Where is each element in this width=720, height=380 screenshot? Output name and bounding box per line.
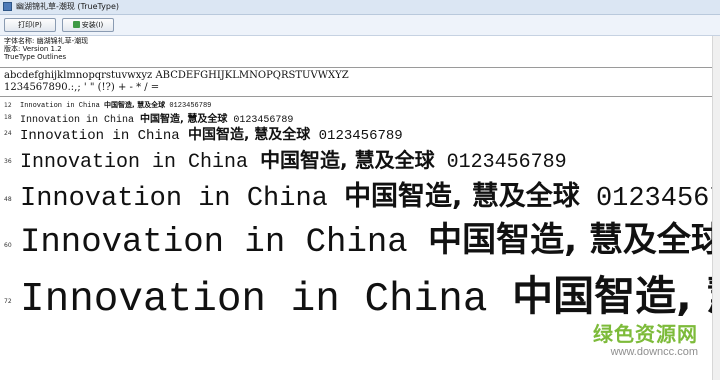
sample-text: Innovation in China 中国智造, 慧及全球 012345678… bbox=[20, 144, 567, 174]
print-button-label: 打印(P) bbox=[18, 21, 42, 29]
install-button-label: 安装(I) bbox=[81, 21, 104, 29]
sample-latin: Innovation in China bbox=[20, 151, 249, 174]
sample-text: Innovation in China 中国智造, 慧及全球 012345678… bbox=[20, 124, 403, 144]
charset-letters: abcdefghijklmnopqrstuvwxyz ABCDEFGHIJKLM… bbox=[4, 70, 349, 81]
font-info: 字体名称: 幽湖锦礼草-潮现 版本: Version 1.2 TrueType … bbox=[4, 37, 88, 61]
size-label: 18 bbox=[4, 114, 12, 121]
charset-symbols: 1234567890.:,; ' " (!?) + - * / = bbox=[4, 82, 160, 93]
sample-digits: 0123456789 bbox=[318, 128, 403, 144]
sample-latin: Innovation in China bbox=[20, 224, 408, 262]
font-version: 版本: Version 1.2 bbox=[4, 45, 62, 53]
sample-text: Innovation in China 中国智造, 慧及全球 012345678… bbox=[20, 262, 712, 323]
install-button[interactable]: 安装(I) bbox=[62, 18, 114, 32]
font-outlines: TrueType Outlines bbox=[4, 53, 67, 61]
print-button[interactable]: 打印(P) bbox=[4, 18, 56, 32]
window-title: 幽湖锦礼草-潮现 (TrueType) bbox=[16, 2, 120, 11]
sample-cjk: 中国智造, 慧及全球 bbox=[512, 272, 712, 320]
size-label: 36 bbox=[4, 158, 12, 165]
sample-text: Innovation in China 中国智造, 慧及全球 012345678… bbox=[20, 100, 211, 110]
font-file-icon bbox=[3, 2, 12, 11]
watermark-url: www.downcc.com bbox=[610, 346, 698, 358]
font-name: 字体名称: 幽湖锦礼草-潮现 bbox=[4, 37, 89, 45]
sample-text: Innovation in China 中国智造, 慧及全球 012345678… bbox=[20, 174, 712, 214]
sample-cjk: 中国智造, 慧及全球 bbox=[428, 220, 712, 260]
toolbar: 打印(P) 安装(I) bbox=[0, 15, 720, 36]
sample-digits: 0123456789 bbox=[169, 102, 212, 110]
size-label: 60 bbox=[4, 242, 12, 249]
sample-latin: Innovation in China bbox=[20, 184, 328, 214]
sample-latin: Innovation in China bbox=[20, 277, 488, 323]
size-label: 12 bbox=[4, 102, 12, 109]
divider bbox=[0, 67, 712, 68]
divider bbox=[0, 96, 712, 97]
size-label: 72 bbox=[4, 298, 12, 305]
size-label: 48 bbox=[4, 196, 12, 203]
sample-cjk: 中国智造, 慧及全球 bbox=[260, 148, 435, 172]
sample-latin: Innovation in China bbox=[20, 128, 180, 144]
window-titlebar: 幽湖锦礼草-潮现 (TrueType) bbox=[0, 0, 720, 15]
size-label: 24 bbox=[4, 130, 12, 137]
watermark: 绿色资源网 www.downcc.com bbox=[593, 322, 698, 358]
sample-latin: Innovation in China bbox=[20, 102, 100, 110]
sample-digits: 0123456789 bbox=[446, 151, 567, 174]
sample-cjk: 中国智造, 慧及全球 bbox=[344, 181, 580, 212]
sample-digits: 0123456789 bbox=[595, 184, 712, 214]
watermark-brand: 绿色资源网 bbox=[593, 322, 698, 346]
sample-cjk: 中国智造, 慧及全球 bbox=[104, 101, 166, 109]
vertical-scrollbar[interactable] bbox=[712, 36, 720, 380]
sample-cjk: 中国智造, 慧及全球 bbox=[188, 127, 311, 143]
sample-text: Innovation in China 中国智造, 慧及全球 012345678… bbox=[20, 212, 712, 262]
install-icon bbox=[72, 21, 80, 28]
